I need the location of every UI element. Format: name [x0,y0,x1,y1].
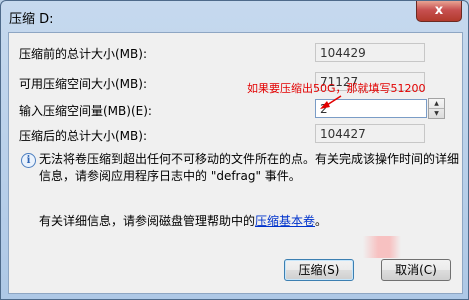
shrink-volume-dialog: 压缩 D: x 压缩前的总计大小(MB): 104429 可用压缩空间大小(MB… [0,0,469,300]
help-line: 有关详细信息，请参阅磁盘管理帮助中的压缩基本卷。 [39,212,327,229]
shrink-button[interactable]: 压缩(S) [284,259,354,281]
close-icon: x [434,3,444,18]
window-title: 压缩 D: [9,12,54,27]
annotation-arrow-icon [320,95,342,109]
info-icon: i [21,153,36,168]
dialog-content: 压缩前的总计大小(MB): 104429 可用压缩空间大小(MB): 71127… [8,32,463,294]
close-button[interactable]: x [416,1,462,22]
cancel-button[interactable]: 取消(C) [381,259,451,281]
title-bar[interactable]: 压缩 D: x [1,1,468,31]
help-suffix: 。 [315,214,328,228]
shrink-basic-volume-link[interactable]: 压缩基本卷 [255,214,315,228]
info-message: 无法将卷压缩到超出任何不可移动的文件所在的点。有关完成该操作时间的详细信息，请参… [39,152,460,183]
help-prefix: 有关详细信息，请参阅磁盘管理帮助中的 [39,214,256,228]
pink-highlight [363,236,401,258]
